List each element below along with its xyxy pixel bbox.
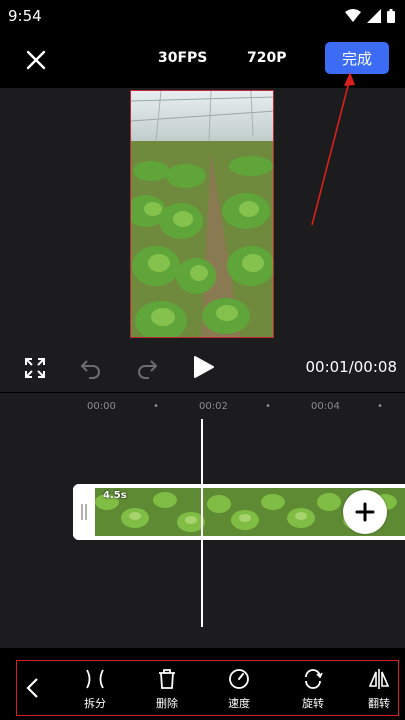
edit-toolbar: 拆分 删除 速度 旋转 翻转 [16,660,399,716]
playback-time: 00:01/00:08 [305,358,397,376]
tool-label: 速度 [228,697,250,710]
grip-icon [81,504,87,520]
tool-label: 删除 [156,697,178,710]
playback-controls: 00:01/00:08 [0,344,405,392]
undo-icon[interactable] [79,356,103,380]
timeline-tick: 00:02 [199,401,228,412]
tool-label: 翻转 [368,697,390,710]
timeline-tick-dot: • [265,401,271,412]
timeline-tick-dot: • [377,401,383,412]
add-clip-button[interactable] [343,490,387,534]
status-bar: 9:54 [0,0,405,32]
speed-button[interactable]: 速度 [216,667,262,711]
play-icon[interactable] [190,354,216,380]
delete-button[interactable]: 删除 [144,667,190,711]
fullscreen-icon[interactable] [23,356,47,380]
wifi-icon [345,9,361,22]
timeline[interactable]: 00:00 • 00:02 • 00:04 • 4.5s [0,393,405,648]
timeline-tick: 00:04 [311,401,340,412]
plus-icon [355,502,375,522]
clip-trim-handle[interactable] [73,484,95,540]
split-icon [86,669,104,689]
flip-button[interactable]: 翻转 [362,667,396,711]
tool-label: 旋转 [302,697,324,710]
signal-icon [367,9,381,23]
video-preview[interactable] [130,90,274,338]
tool-label: 拆分 [84,697,106,710]
clip-duration-badge: 4.5s [103,490,127,501]
fps-selector[interactable]: 30FPS [158,50,207,66]
battery-icon [387,9,395,23]
close-icon[interactable] [22,46,50,74]
timeline-tick-dot: • [153,401,159,412]
editor-top-bar: 30FPS 720P 完成 [0,32,405,88]
playhead[interactable] [201,419,203,627]
back-icon[interactable] [23,676,43,700]
resolution-selector[interactable]: 720P [247,50,286,66]
rotate-icon [305,669,323,689]
trash-icon [159,669,175,689]
rotate-button[interactable]: 旋转 [290,667,336,711]
speed-icon [229,669,249,689]
video-preview-area [0,88,405,344]
redo-icon[interactable] [135,356,159,380]
done-button[interactable]: 完成 [325,42,389,74]
split-button[interactable]: 拆分 [72,667,118,711]
timeline-tick: 00:00 [87,401,116,412]
greenhouse-video-frame [131,91,273,337]
status-time: 9:54 [8,7,42,25]
flip-icon [368,669,390,689]
